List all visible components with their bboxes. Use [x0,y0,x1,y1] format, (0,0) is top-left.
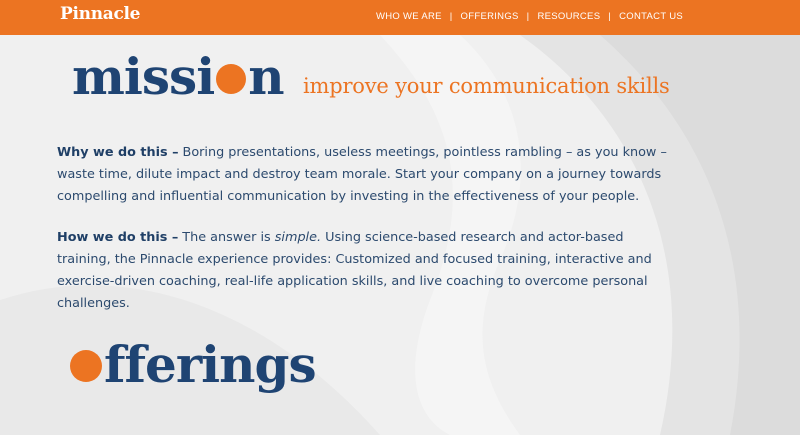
how-paragraph: How we do this – The answer is simple. U… [57,227,677,315]
orange-dot-icon [70,350,102,382]
main-nav: WHO WE ARE | OFFERINGS | RESOURCES | CON… [376,11,683,22]
mission-heading-part2: n [248,47,284,106]
nav-offerings[interactable]: OFFERINGS [461,11,519,22]
nav-contact-us[interactable]: CONTACT US [619,11,683,22]
why-paragraph: Why we do this – Boring presentations, u… [57,142,677,208]
nav-who-we-are[interactable]: WHO WE ARE [376,11,442,22]
nav-separator: | [526,11,530,22]
how-lead: How we do this – [57,230,179,245]
pinnacle-logo[interactable]: Pinnacle [60,4,141,24]
how-text-before: The answer is [178,230,275,245]
nav-separator: | [449,11,453,22]
mission-tagline: improve your communication skills [303,74,670,98]
mission-heading: missi n [72,52,285,102]
top-navigation-bar: Pinnacle WHO WE ARE | OFFERINGS | RESOUR… [0,0,800,35]
nav-separator: | [608,11,612,22]
orange-dot-icon [216,64,247,94]
why-lead: Why we do this – [57,145,179,160]
offerings-heading: fferings [70,340,317,390]
nav-resources[interactable]: RESOURCES [537,11,600,22]
how-emphasis: simple. [274,230,322,245]
mission-heading-part1: missi [72,47,215,106]
offerings-heading-text: fferings [104,335,317,394]
